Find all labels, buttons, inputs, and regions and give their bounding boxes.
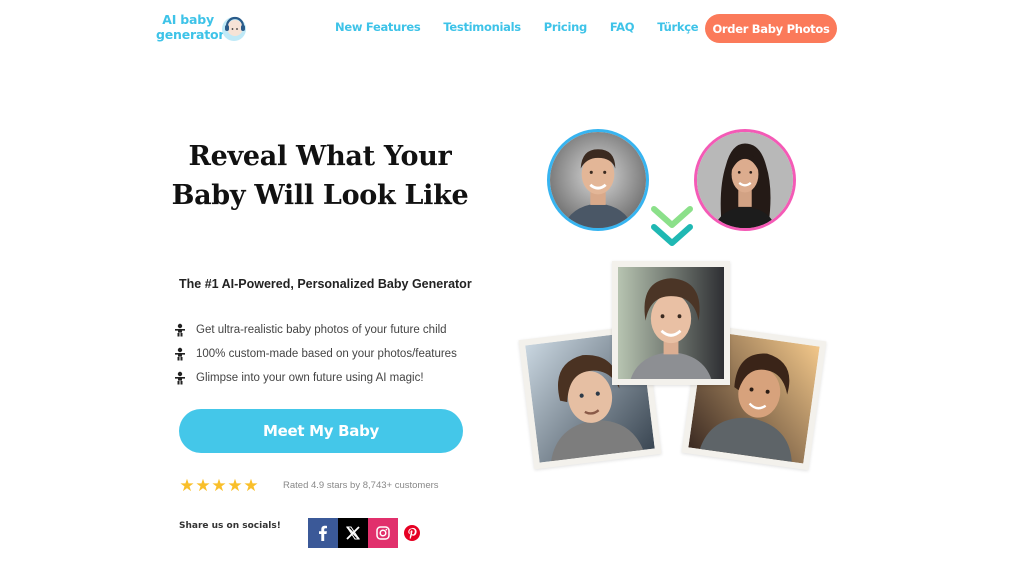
- baby-icon: [175, 347, 185, 361]
- nav-language-turkish[interactable]: Türkçe: [657, 20, 698, 34]
- nav-faq[interactable]: FAQ: [610, 20, 635, 34]
- x-icon: [346, 526, 360, 540]
- star-rating: ★ ★ ★ ★ ★: [179, 477, 259, 494]
- double-chevron-down-icon: [651, 206, 693, 246]
- social-share-buttons: [308, 518, 426, 548]
- logo-line-2: generator: [156, 27, 225, 42]
- feature-item: Glimpse into your own future using AI ma…: [174, 366, 457, 390]
- man-portrait-icon: [550, 132, 646, 228]
- hero-subtitle: The #1 AI-Powered, Personalized Baby Gen…: [179, 277, 472, 291]
- facebook-icon: [319, 525, 327, 541]
- nav-testimonials[interactable]: Testimonials: [443, 20, 521, 34]
- star-icon: ★: [195, 476, 211, 495]
- mother-photo: [694, 129, 796, 231]
- rating-text: Rated 4.9 stars by 8,743+ customers: [283, 480, 439, 491]
- logo-line-1: AI baby: [162, 12, 214, 27]
- nav-new-features[interactable]: New Features: [335, 20, 421, 34]
- baby-icon: [175, 371, 185, 385]
- feature-list: Get ultra-realistic baby photos of your …: [174, 318, 457, 390]
- star-icon: ★: [243, 476, 259, 495]
- baby-headphones-icon: [222, 16, 246, 41]
- main-nav: New Features Testimonials Pricing FAQ Tü…: [335, 20, 721, 34]
- star-icon: ★: [227, 476, 243, 495]
- feature-text: 100% custom-made based on your photos/fe…: [196, 348, 457, 360]
- share-label: Share us on socials!: [179, 521, 281, 531]
- woman-portrait-icon: [697, 132, 793, 228]
- father-photo: [547, 129, 649, 231]
- rating: ★ ★ ★ ★ ★ Rated 4.9 stars by 8,743+ cust…: [179, 477, 439, 494]
- feature-text: Get ultra-realistic baby photos of your …: [196, 324, 447, 336]
- meet-my-baby-button[interactable]: Meet My Baby: [179, 409, 463, 453]
- pinterest-icon: [404, 525, 420, 541]
- feature-item: 100% custom-made based on your photos/fe…: [174, 342, 457, 366]
- feature-text: Glimpse into your own future using AI ma…: [196, 372, 424, 384]
- baby-icon: [175, 323, 185, 337]
- share-facebook-button[interactable]: [308, 518, 338, 548]
- star-icon: ★: [211, 476, 227, 495]
- share-pinterest-button[interactable]: [398, 518, 426, 548]
- order-baby-photos-button[interactable]: Order Baby Photos: [705, 14, 837, 43]
- star-icon: ★: [179, 476, 195, 495]
- feature-item: Get ultra-realistic baby photos of your …: [174, 318, 457, 342]
- child-photo-center: [612, 261, 730, 385]
- hero-title: Reveal What Your Baby Will Look Like: [171, 141, 469, 211]
- site-header: AI baby generator New Features Testimoni…: [0, 0, 1024, 58]
- share-x-button[interactable]: [338, 518, 368, 548]
- site-logo[interactable]: AI baby generator: [156, 12, 251, 46]
- child-portrait-icon: [618, 267, 724, 379]
- nav-pricing[interactable]: Pricing: [544, 20, 587, 34]
- instagram-icon: [376, 526, 390, 540]
- share-instagram-button[interactable]: [368, 518, 398, 548]
